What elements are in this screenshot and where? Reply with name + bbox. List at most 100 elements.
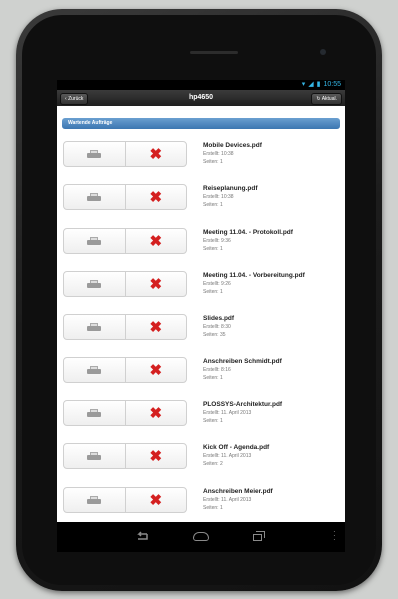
list-item: ✖ Kick Off - Agenda.pdf Erstellt: 11. Apri… [57,441,345,481]
printer-icon [87,322,102,332]
job-name: Meeting 11.04. - Protokoll.pdf [203,229,293,236]
job-created: Erstellt: 9:36 [203,238,231,244]
job-created: Erstellt: 11. April 2013 [203,453,252,459]
front-camera [320,49,326,55]
section-header: Wartende Aufträge [62,118,340,129]
printer-icon [87,236,102,246]
printer-icon [87,451,102,461]
job-info: Meeting 11.04. - Vorbereitung.pdf Erstell… [203,271,305,296]
wifi-icon: ▾ [301,81,306,88]
status-time: 10:55 [323,81,341,88]
job-name: Reiseplanung.pdf [203,185,258,192]
job-name: Anschreiben Schmidt.pdf [203,358,282,365]
delete-button[interactable]: ✖ [124,401,187,425]
page-title: hp4650 [188,94,214,101]
nav-home-icon[interactable] [193,532,209,541]
print-button[interactable] [64,185,125,209]
delete-icon: ✖ [149,361,163,379]
list-item: ✖ Mobile Devices.pdf Erstellt: 10:38 Seiten… [57,139,345,179]
job-action-group: ✖ [63,357,187,383]
app-screen: ▾ ◢ ▮ 10:55 ‹ Zurück hp4650 ↻ Aktual. Warte… [57,80,345,522]
list-item: ✖ Anschreiben Meier.pdf Erstellt: 11. Apri… [57,485,345,522]
delete-icon: ✖ [149,491,163,509]
list-item: ✖ Reiseplanung.pdf Erstellt: 10:38 Seiten: … [57,182,345,222]
job-info: Anschreiben Meier.pdf Erstellt: 11. April… [203,487,273,512]
battery-icon: ▮ [316,81,321,88]
job-info: PLOSSYS-Architektur.pdf Erstellt: 11. Apr… [203,400,282,425]
job-action-group: ✖ [63,141,187,167]
delete-button[interactable]: ✖ [124,142,187,166]
nav-back-icon[interactable] [135,531,149,541]
job-pages: Seiten: 2 [203,461,223,467]
print-button[interactable] [64,488,125,512]
list-item: ✖ Slides.pdf Erstellt: 8:30 Seiten: 35 [57,312,345,352]
job-action-group: ✖ [63,400,187,426]
job-pages: Seiten: 1 [203,246,223,252]
job-created: Erstellt: 11. April 2013 [203,410,252,416]
printer-icon [87,192,102,202]
printer-icon [87,408,102,418]
job-pages: Seiten: 1 [203,418,223,424]
job-pages: Seiten: 1 [203,159,223,165]
job-action-group: ✖ [63,487,187,513]
job-name: Slides.pdf [203,315,235,322]
delete-icon: ✖ [149,275,163,293]
job-info: Anschreiben Schmidt.pdf Erstellt: 8:16 Sei… [203,357,282,382]
printer-icon [87,149,102,159]
job-created: Erstellt: 10:38 [203,194,234,200]
print-button[interactable] [64,444,125,468]
delete-button[interactable]: ✖ [124,315,187,339]
job-info: Reiseplanung.pdf Erstellt: 10:38 Seiten: 1 [203,184,258,209]
job-info: Slides.pdf Erstellt: 8:30 Seiten: 35 [203,314,234,339]
job-pages: Seiten: 1 [203,505,223,511]
app-header: ‹ Zurück hp4650 ↻ Aktual. [57,90,345,106]
delete-button[interactable]: ✖ [124,185,187,209]
delete-icon: ✖ [149,404,163,422]
refresh-icon: ↻ [316,96,321,102]
delete-button[interactable]: ✖ [124,358,187,382]
job-info: Meeting 11.04. - Protokoll.pdf Erstellt: … [203,228,293,253]
nav-menu-icon[interactable]: · · · [333,528,337,544]
job-action-group: ✖ [63,443,187,469]
delete-icon: ✖ [149,145,163,163]
job-name: PLOSSYS-Architektur.pdf [203,401,283,408]
delete-button[interactable]: ✖ [124,488,187,512]
job-pages: Seiten: 1 [203,202,223,208]
print-button[interactable] [64,401,125,425]
speaker-grille [190,51,238,54]
delete-icon: ✖ [149,318,163,336]
status-bar: ▾ ◢ ▮ 10:55 [57,80,345,90]
print-button[interactable] [64,358,125,382]
job-created: Erstellt: 10:38 [203,151,234,157]
job-name: Meeting 11.04. - Vorbereitung.pdf [203,272,305,279]
system-nav-bar: · · · [57,522,345,552]
job-action-group: ✖ [63,271,187,297]
job-action-group: ✖ [63,184,187,210]
job-created: Erstellt: 9:26 [203,281,231,287]
list-item: ✖ Meeting 11.04. - Vorbereitung.pdf Erstel… [57,269,345,309]
job-name: Anschreiben Meier.pdf [203,488,273,495]
list-item: ✖ PLOSSYS-Architektur.pdf Erstellt: 11. Ap… [57,398,345,438]
printer-icon [87,365,102,375]
print-button[interactable] [64,272,125,296]
signal-icon: ◢ [308,81,314,88]
print-button[interactable] [64,229,125,253]
delete-button[interactable]: ✖ [124,444,187,468]
refresh-button[interactable]: ↻ Aktual. [311,93,342,105]
job-created: Erstellt: 11. April 2013 [203,497,252,503]
delete-button[interactable]: ✖ [124,272,187,296]
job-name: Kick Off - Agenda.pdf [203,444,270,451]
job-created: Erstellt: 8:30 [203,324,231,330]
job-action-group: ✖ [63,228,187,254]
printer-icon [87,495,102,505]
nav-recent-apps-icon[interactable] [253,531,265,541]
delete-button[interactable]: ✖ [124,229,187,253]
job-info: Kick Off - Agenda.pdf Erstellt: 11. April… [203,443,269,468]
job-created: Erstellt: 8:16 [203,367,231,373]
print-button[interactable] [64,315,125,339]
job-name: Mobile Devices.pdf [203,142,262,149]
job-pages: Seiten: 1 [203,289,223,295]
print-button[interactable] [64,142,125,166]
job-pages: Seiten: 35 [203,332,226,338]
list-item: ✖ Meeting 11.04. - Protokoll.pdf Erstellt:… [57,226,345,266]
